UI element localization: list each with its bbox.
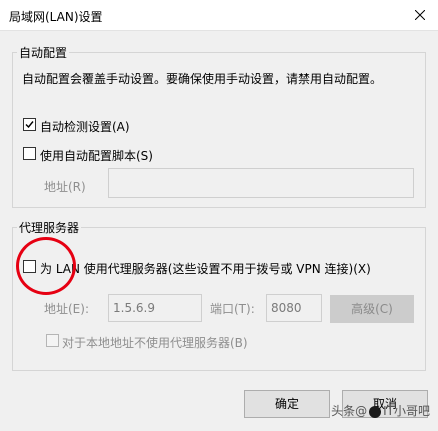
proxy-legend: 代理服务器: [19, 221, 80, 235]
watermark-at: @: [355, 404, 368, 418]
bypass-local-label[interactable]: 对于本地地址不使用代理服务器(B): [62, 334, 248, 351]
script-address-label: 地址(R): [44, 180, 86, 194]
title-bar: 局域网(LAN)设置: [0, 0, 438, 31]
proxy-port-label: 端口(T):: [210, 302, 255, 316]
auto-script-checkbox[interactable]: [23, 147, 36, 160]
auto-detect-label[interactable]: 自动检测设置(A): [40, 118, 130, 135]
proxy-address-input[interactable]: [108, 294, 202, 322]
bypass-local-checkbox[interactable]: [46, 334, 59, 347]
window-title: 局域网(LAN)设置: [9, 10, 103, 24]
watermark-name: IT小哥吧: [383, 404, 430, 418]
auto-script-label[interactable]: 使用自动配置脚本(S): [40, 147, 153, 164]
close-icon: [415, 10, 425, 20]
auto-config-description: 自动配置会覆盖手动设置。要确保使用手动设置，请禁用自动配置。: [22, 72, 383, 86]
watermark: 头条@ IT小哥吧: [331, 402, 430, 419]
checkmark-icon: [25, 121, 34, 129]
close-button[interactable]: [402, 0, 438, 30]
proxy-port-input[interactable]: [266, 294, 322, 322]
auto-config-legend: 自动配置: [19, 46, 68, 60]
auto-detect-checkbox[interactable]: [23, 118, 36, 131]
use-proxy-checkbox[interactable]: [23, 260, 36, 273]
use-proxy-label[interactable]: 为 LAN 使用代理服务器(这些设置不用于拨号或 VPN 连接)(X): [40, 260, 371, 277]
proxy-address-label: 地址(E):: [44, 302, 89, 316]
script-address-input[interactable]: [108, 168, 414, 198]
ok-button[interactable]: 确定: [244, 390, 330, 418]
watermark-logo-icon: [369, 405, 382, 418]
watermark-prefix: 头条: [331, 404, 356, 418]
advanced-button[interactable]: 高级(C): [330, 295, 414, 323]
